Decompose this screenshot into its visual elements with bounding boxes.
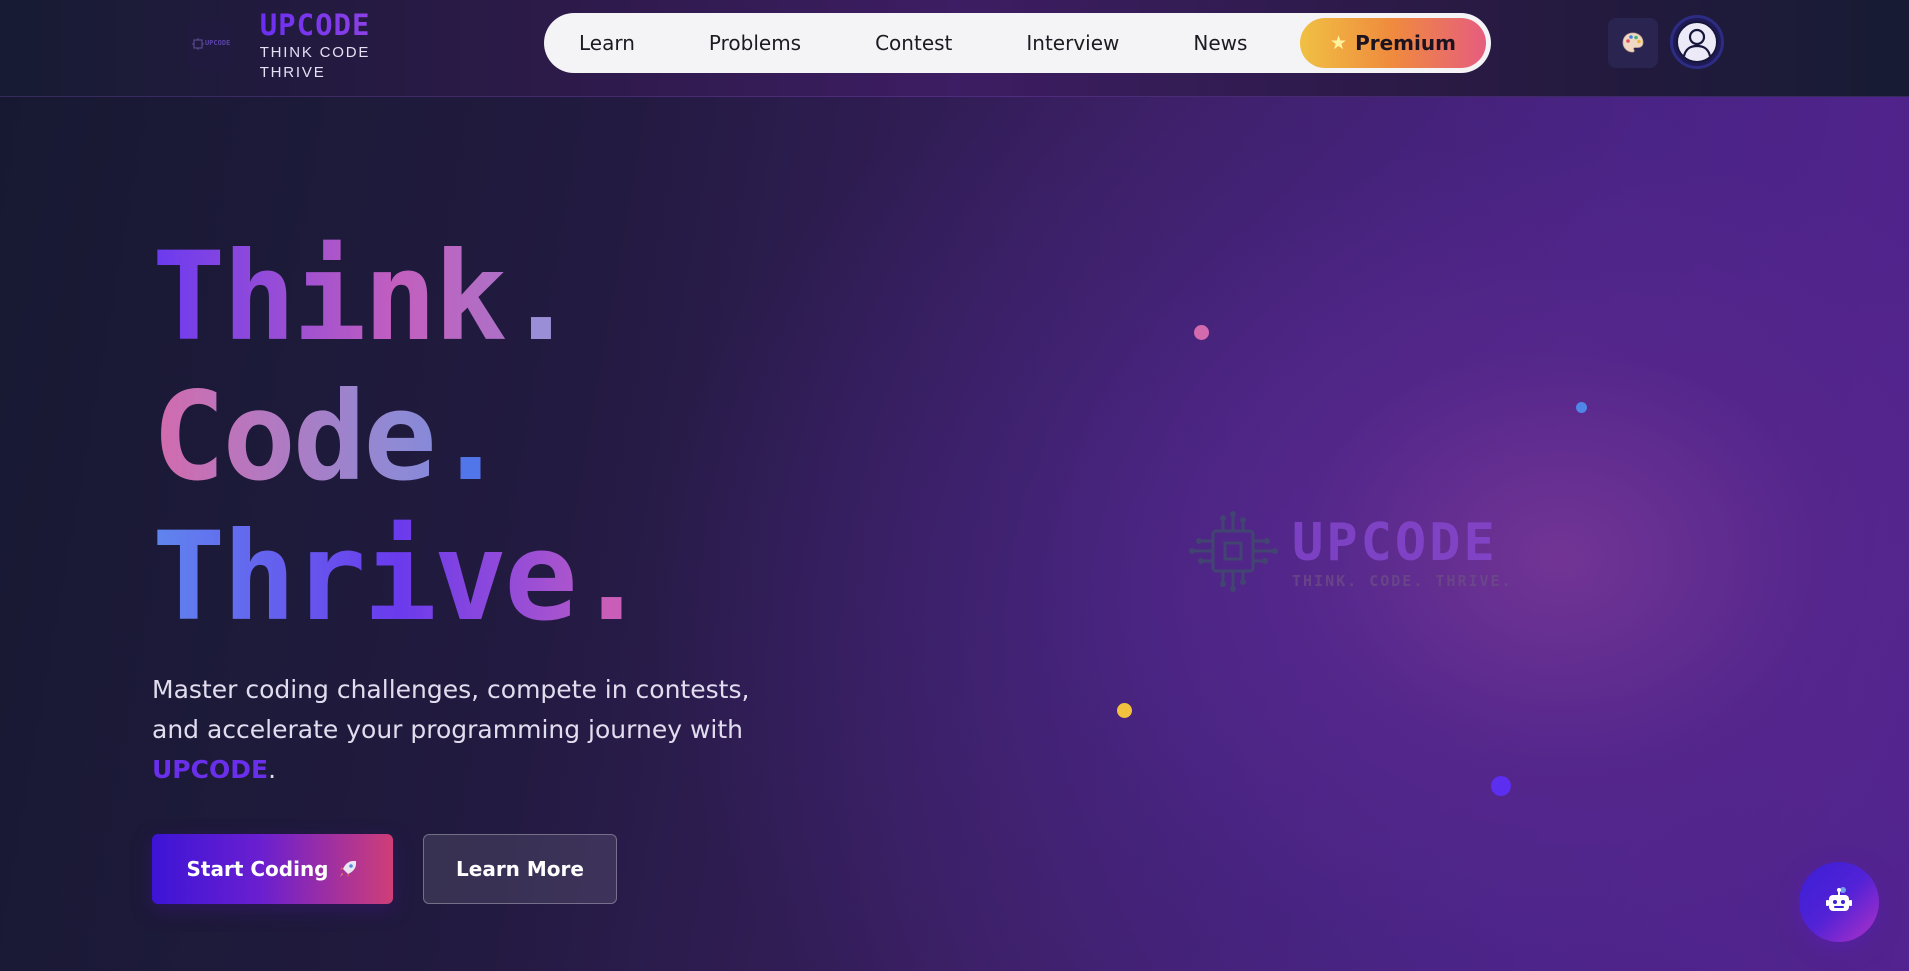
subtitle-brand: UPCODE [152, 755, 269, 784]
chatbot-button[interactable] [1799, 862, 1879, 942]
user-avatar-button[interactable] [1670, 15, 1724, 69]
hero-section: Think. Code. Thrive. Master coding chall… [0, 97, 1909, 971]
robot-icon [1826, 887, 1852, 911]
start-coding-button[interactable]: Start Coding [152, 834, 393, 904]
decor-particle [1117, 703, 1132, 718]
hero-headline: Think. Code. Thrive. [152, 227, 648, 648]
rocket-icon [339, 861, 356, 877]
watermark-tagline: THINK. CODE. THRIVE. [1292, 572, 1513, 590]
brand-tagline: THINK CODE THRIVE [259, 44, 371, 81]
nav-item-interview[interactable]: Interview [989, 17, 1156, 69]
headline-word-code: Code [152, 366, 434, 508]
headline-dot: . [433, 366, 507, 508]
headline-line-thrive: Thrive. [152, 506, 648, 648]
headline-dot: . [574, 506, 648, 648]
watermark-name: UPCODE [1292, 513, 1498, 573]
headline-dot: . [504, 226, 577, 368]
subtitle-end: . [268, 755, 277, 784]
theme-toggle-button[interactable] [1608, 18, 1658, 68]
user-icon [1676, 21, 1718, 63]
decor-particle [1576, 402, 1587, 413]
headline-line-code: Code. [152, 367, 645, 507]
nav-item-problems[interactable]: Problems [672, 17, 838, 69]
svg-text:UPCODE: UPCODE [205, 39, 230, 47]
hero-subtitle: Master coding challenges, compete in con… [152, 670, 772, 790]
premium-label: Premium [1355, 31, 1456, 55]
subtitle-text: Master coding challenges, compete in con… [152, 675, 750, 744]
brand-text: UPCODE THINK CODE THRIVE [260, 9, 437, 83]
decor-particle [1194, 325, 1209, 340]
nav-item-contest[interactable]: Contest [838, 17, 989, 69]
hero-watermark-logo: UPCODE THINK. CODE. THRIVE. [1188, 511, 1513, 593]
nav-item-news[interactable]: News [1156, 17, 1284, 69]
palette-icon [1622, 32, 1644, 53]
watermark-text: UPCODE THINK. CODE. THRIVE. [1292, 514, 1513, 590]
top-navbar: UPCODE UPCODE THINK CODE THRIVE Learn Pr… [0, 0, 1909, 97]
decor-particle [1491, 776, 1511, 796]
star-icon: ★ [1330, 32, 1348, 54]
chip-logo-icon: UPCODE [187, 21, 236, 71]
premium-button[interactable]: ★ Premium [1300, 18, 1486, 68]
main-nav: Learn Problems Contest Interview News ★ … [544, 13, 1491, 73]
start-coding-label: Start Coding [186, 857, 329, 881]
brand-name: UPCODE [260, 9, 437, 41]
headline-line-think: Think. [152, 227, 645, 367]
chip-circuit-icon [1189, 511, 1278, 592]
headline-word-thrive: Thrive [152, 506, 575, 648]
chip-icon: UPCODE [192, 38, 231, 50]
brand-logo[interactable]: UPCODE UPCODE THINK CODE THRIVE [187, 9, 437, 81]
nav-item-learn[interactable]: Learn [544, 17, 672, 69]
headline-word-think: Think [152, 226, 505, 368]
learn-more-button[interactable]: Learn More [423, 834, 617, 904]
